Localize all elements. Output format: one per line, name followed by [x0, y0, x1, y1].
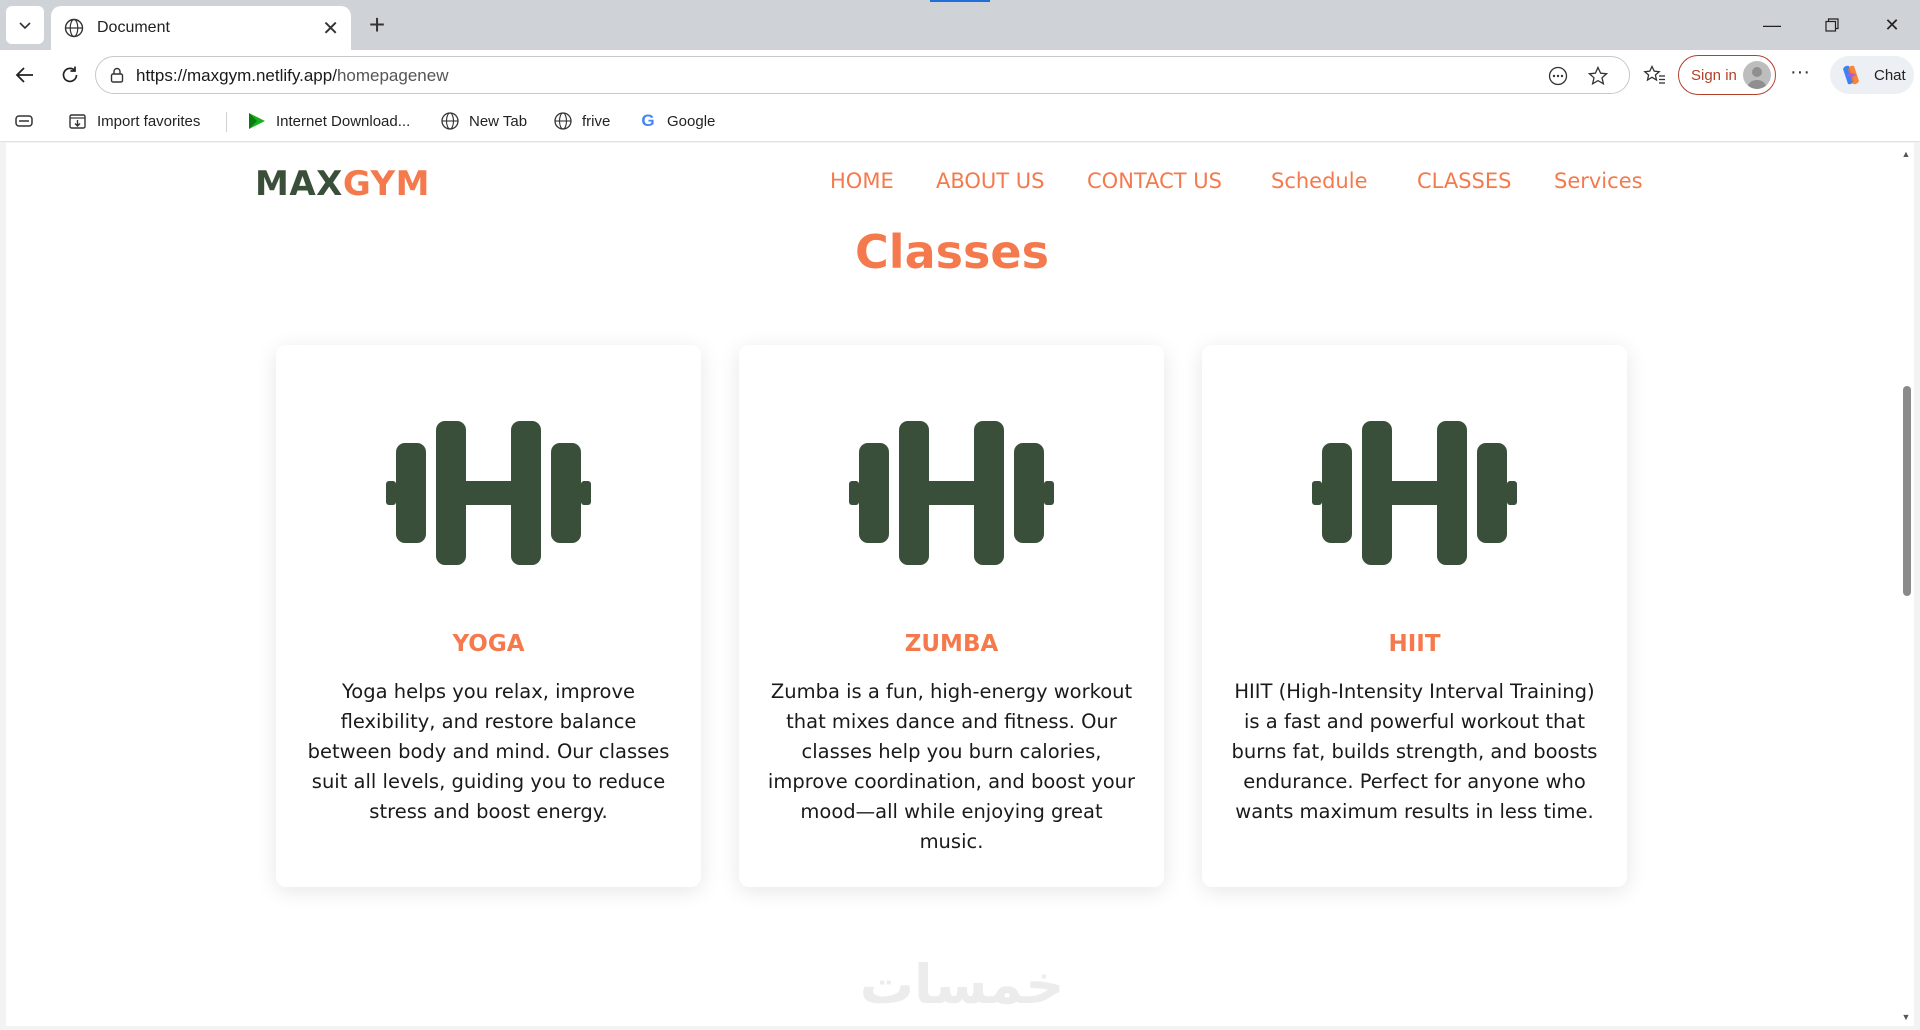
nav-services[interactable]: Services [1554, 169, 1643, 193]
card-description: Yoga helps you relax, improve flexibilit… [307, 680, 670, 823]
scroll-up-arrow-icon[interactable]: ▲ [1901, 149, 1911, 159]
settings-more-button[interactable]: ··· [1786, 62, 1814, 88]
favorite-label: New Tab [469, 112, 528, 130]
refresh-icon [62, 66, 78, 83]
import-favorites-icon [68, 111, 88, 131]
favorites-star-list-icon [1643, 64, 1665, 84]
add-favorite-button[interactable] [1586, 64, 1610, 88]
new-tab-button[interactable]: + [362, 9, 392, 40]
window-drag-indicator [930, 0, 990, 2]
idm-icon [247, 111, 267, 131]
google-icon: G [641, 111, 655, 130]
site-logo[interactable]: MAXGYM [255, 164, 430, 204]
dumbbell-icon [386, 421, 591, 565]
class-card-zumba: ZUMBA Zumba is a fun, high-energy workou… [739, 345, 1164, 887]
tab-strip: Document ✕ + — ✕ [0, 0, 1920, 50]
site-info-icon[interactable] [108, 66, 126, 84]
nav-contact-us[interactable]: CONTACT US [1087, 169, 1222, 193]
logo-gym: GYM [342, 164, 430, 204]
scroll-thumb[interactable] [1903, 386, 1911, 596]
collections-button[interactable] [14, 110, 34, 132]
favorite-label: frive [582, 112, 611, 130]
chat-label: Chat [1874, 66, 1906, 84]
card-description: Zumba is a fun, high-energy workout that… [767, 680, 1136, 853]
class-card-hiit: HIIT HIIT (High-Intensity Interval Train… [1202, 345, 1627, 887]
refresh-button[interactable] [55, 60, 85, 90]
restore-icon [1825, 18, 1839, 32]
back-button[interactable] [10, 60, 40, 90]
reading-mode-button[interactable] [1546, 64, 1570, 88]
nav-home[interactable]: HOME [830, 169, 894, 193]
arrow-left-icon [15, 67, 33, 83]
logo-max: MAX [255, 164, 343, 204]
copilot-icon [1843, 65, 1859, 85]
globe-icon [440, 111, 460, 131]
dumbbell-icon [849, 421, 1054, 565]
class-card-yoga: YOGA Yoga helps you relax, improve flexi… [276, 345, 701, 887]
section-title: Classes [855, 225, 1049, 279]
url-input[interactable]: https://maxgym.netlify.app/homepagenew [95, 56, 1630, 94]
sign-in-button[interactable]: Sign in [1678, 55, 1776, 95]
favorite-frive[interactable]: frive [553, 110, 610, 132]
star-icon [1587, 65, 1609, 86]
nav-schedule[interactable]: Schedule [1271, 169, 1368, 193]
url-host: https://maxgym.netlify.app/ [136, 66, 337, 85]
favorites-button[interactable] [1640, 60, 1670, 90]
address-toolbar: https://maxgym.netlify.app/homepagenew S… [0, 50, 1920, 100]
url-path: homepagenew [336, 66, 449, 85]
restore-button[interactable] [1802, 10, 1862, 40]
minimize-button[interactable]: — [1742, 10, 1802, 40]
close-window-button[interactable]: ✕ [1862, 10, 1920, 40]
favorite-label: Internet Download... [276, 112, 411, 130]
globe-icon [553, 111, 573, 131]
favorite-google[interactable]: G Google [638, 110, 715, 132]
url-text: https://maxgym.netlify.app/homepagenew [136, 66, 448, 86]
nav-about-us[interactable]: ABOUT US [936, 169, 1045, 193]
more-circle-icon [1548, 66, 1568, 86]
card-title: ZUMBA [904, 631, 999, 657]
active-tab[interactable]: Document ✕ [51, 6, 351, 50]
card-title: HIIT [1388, 631, 1441, 657]
favorite-label: Import favorites [97, 112, 201, 130]
watermark: خمسات [859, 953, 1065, 1016]
globe-icon [64, 18, 84, 38]
card-description: HIIT (High-Intensity Interval Training) … [1231, 680, 1598, 823]
favorites-divider [226, 112, 227, 132]
favorites-bar: Import favorites Internet Download... Ne… [0, 100, 1920, 142]
scroll-down-arrow-icon[interactable]: ▼ [1901, 1012, 1911, 1022]
page-scrollbar[interactable]: ▲ ▼ [1898, 143, 1914, 1026]
tab-actions-button[interactable] [6, 6, 44, 44]
favorite-internet-download[interactable]: Internet Download... [247, 110, 410, 132]
nav-classes[interactable]: CLASSES [1417, 169, 1511, 193]
collections-icon [15, 115, 33, 127]
avatar-icon [1743, 61, 1771, 89]
tab-title: Document [97, 19, 170, 36]
sign-in-label: Sign in [1691, 66, 1737, 84]
copilot-chat-button[interactable]: Chat [1830, 56, 1914, 94]
page-viewport: MAXGYM HOME ABOUT US CONTACT US Schedule… [6, 143, 1898, 1026]
site-header: MAXGYM HOME ABOUT US CONTACT US Schedule… [6, 143, 1898, 223]
dumbbell-icon [1312, 421, 1517, 565]
chevron-down-icon [19, 22, 31, 30]
favorite-label: Google [667, 112, 716, 130]
card-title: YOGA [452, 631, 525, 657]
close-tab-icon[interactable]: ✕ [322, 16, 339, 41]
favorite-import-favorites[interactable]: Import favorites [68, 110, 200, 132]
favorite-new-tab[interactable]: New Tab [440, 110, 527, 132]
